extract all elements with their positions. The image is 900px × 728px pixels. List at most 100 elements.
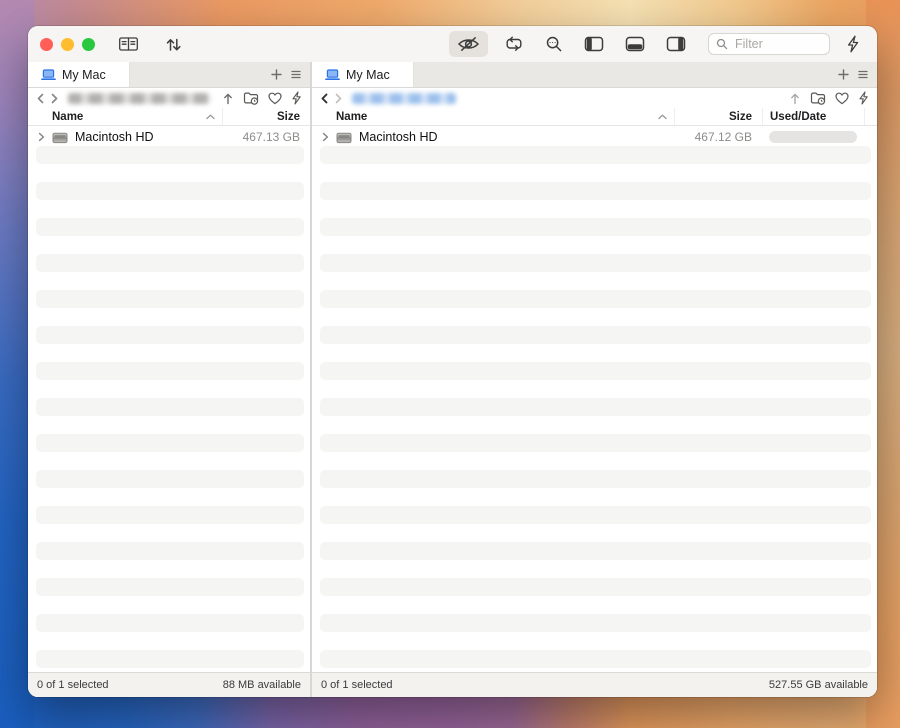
forward-button[interactable]	[334, 93, 343, 104]
new-tab-button[interactable]	[271, 69, 282, 80]
search-button[interactable]	[540, 32, 568, 56]
tab-label: My Mac	[62, 68, 106, 82]
titlebar[interactable]	[28, 26, 877, 62]
empty-row	[28, 380, 310, 398]
show-hidden-files-toggle[interactable]	[449, 31, 488, 57]
minimize-button[interactable]	[61, 38, 74, 51]
hard-drive-icon	[52, 131, 68, 144]
empty-row	[36, 578, 304, 596]
column-header-size[interactable]: Size	[674, 108, 762, 125]
recent-folders-button[interactable]	[243, 91, 259, 105]
activity-button[interactable]	[858, 91, 869, 105]
back-button[interactable]	[320, 93, 329, 104]
column-header-size-label: Size	[277, 111, 300, 123]
empty-row	[28, 524, 310, 542]
forward-button[interactable]	[50, 93, 59, 104]
file-name: Macintosh HD	[359, 130, 674, 144]
right-tab-bar: My Mac	[312, 62, 877, 88]
forward-chevron-icon	[334, 93, 343, 104]
panel-right-icon	[666, 36, 686, 52]
parent-folder-button[interactable]	[222, 92, 234, 105]
empty-row	[320, 290, 871, 308]
compare-view-button[interactable]	[113, 33, 144, 55]
empty-row	[36, 506, 304, 524]
filter-search-icon	[716, 38, 728, 50]
empty-row	[312, 200, 877, 218]
mac-laptop-icon	[41, 69, 56, 81]
disclosure-chevron-icon[interactable]	[322, 132, 329, 142]
empty-row	[28, 416, 310, 434]
empty-row	[312, 596, 877, 614]
activities-button[interactable]	[841, 32, 865, 56]
empty-row	[28, 632, 310, 650]
empty-row	[28, 164, 310, 182]
activity-button[interactable]	[291, 91, 302, 105]
column-header-name[interactable]: Name	[28, 108, 222, 125]
empty-row	[36, 614, 304, 632]
empty-row	[28, 200, 310, 218]
book-icon	[118, 36, 139, 52]
filter-field[interactable]	[708, 33, 830, 55]
hard-drive-icon	[336, 131, 352, 144]
file-row-macintosh-hd[interactable]: Macintosh HD 467.12 GB	[312, 128, 877, 146]
column-header-name-label: Name	[336, 111, 367, 123]
toggle-right-panel-button[interactable]	[661, 33, 691, 55]
available-space: 88 MB available	[223, 679, 301, 691]
empty-row	[312, 632, 877, 650]
sort-button[interactable]	[160, 33, 187, 56]
empty-row	[36, 182, 304, 200]
column-header-used-date[interactable]: Used/Date	[762, 108, 864, 125]
panel-left-icon	[584, 36, 604, 52]
parent-folder-button[interactable]	[789, 92, 801, 105]
empty-row	[312, 488, 877, 506]
column-header-size-label: Size	[729, 111, 752, 123]
zoom-button[interactable]	[82, 38, 95, 51]
empty-row	[320, 506, 871, 524]
file-size: 467.13 GB	[222, 130, 310, 144]
file-row-macintosh-hd[interactable]: Macintosh HD 467.13 GB	[28, 128, 310, 146]
column-header-name-label: Name	[52, 111, 83, 123]
panel-bottom-icon	[625, 36, 645, 52]
left-file-list: Macintosh HD 467.13 GB	[28, 126, 310, 672]
tab-overview-button[interactable]	[291, 70, 301, 79]
favorites-button[interactable]	[835, 92, 849, 105]
right-pane: My Mac	[312, 62, 877, 697]
right-column-headers: Name Size Used/Date	[312, 108, 877, 126]
toggle-left-panel-button[interactable]	[579, 33, 609, 55]
favorites-button[interactable]	[268, 92, 282, 105]
back-chevron-icon	[36, 93, 45, 104]
empty-row	[36, 470, 304, 488]
back-button[interactable]	[36, 93, 45, 104]
recent-folders-icon	[810, 91, 826, 105]
toggle-bottom-panel-button[interactable]	[620, 33, 650, 55]
sort-ascending-icon	[206, 114, 215, 120]
sync-browsing-button[interactable]	[499, 33, 529, 55]
empty-row	[312, 380, 877, 398]
disclosure-chevron-icon[interactable]	[38, 132, 45, 142]
column-header-name[interactable]: Name	[312, 108, 674, 125]
parent-up-icon	[789, 92, 801, 105]
back-chevron-icon	[320, 93, 329, 104]
new-tab-button[interactable]	[838, 69, 849, 80]
mac-laptop-icon	[325, 69, 340, 81]
lightning-icon	[291, 91, 302, 105]
lightning-icon	[846, 35, 860, 53]
column-header-size[interactable]: Size	[222, 108, 310, 125]
tab-overview-button[interactable]	[858, 70, 868, 79]
sort-ascending-icon	[658, 114, 667, 120]
empty-row	[320, 434, 871, 452]
left-tab-my-mac[interactable]: My Mac	[28, 62, 130, 87]
plus-icon	[838, 69, 849, 80]
forward-chevron-icon	[50, 93, 59, 104]
filter-input[interactable]	[733, 36, 822, 52]
empty-row	[320, 254, 871, 272]
recent-folders-button[interactable]	[810, 91, 826, 105]
selection-status: 0 of 1 selected	[37, 679, 109, 691]
parent-up-icon	[222, 92, 234, 105]
left-path-bar	[28, 88, 310, 108]
close-button[interactable]	[40, 38, 53, 51]
empty-row	[36, 326, 304, 344]
disk-usage-cell	[762, 131, 864, 143]
column-header-endpad	[864, 108, 877, 125]
right-tab-my-mac[interactable]: My Mac	[312, 62, 414, 87]
